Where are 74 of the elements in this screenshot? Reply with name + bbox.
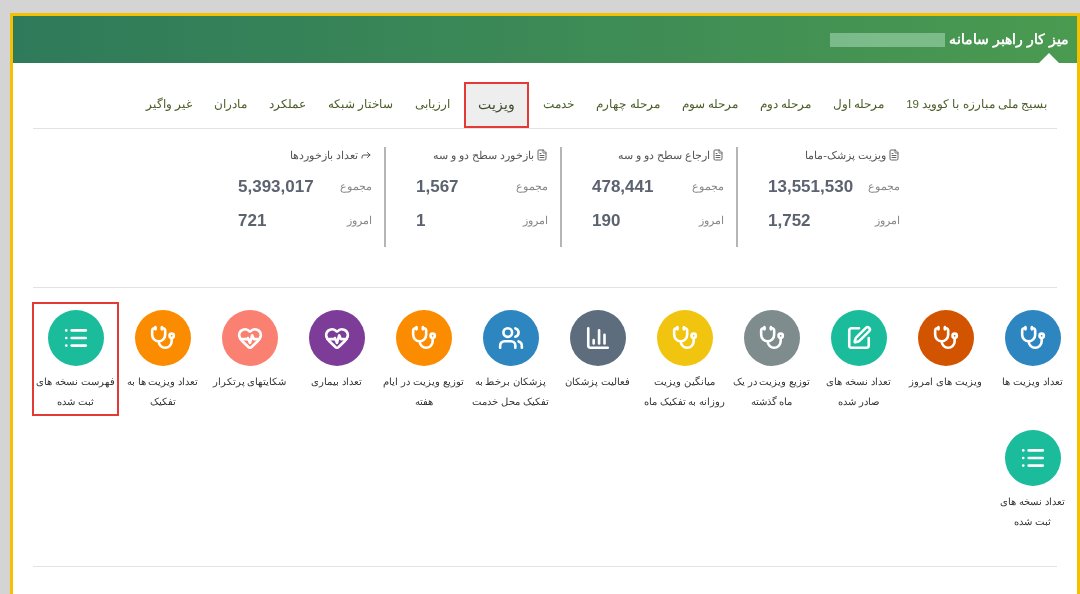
report-tile[interactable]: تعداد نسخه های صادر شده: [815, 302, 902, 416]
stethoscope-icon: [1019, 325, 1046, 351]
stat-value: 1,567: [416, 175, 459, 198]
nav-tab[interactable]: خدمت: [535, 84, 583, 125]
report-tile[interactable]: شکایتهای پرتکرار: [206, 302, 293, 416]
tile-label: فهرست نسخه های ثبت شده: [35, 375, 116, 409]
document-icon: [888, 149, 900, 162]
report-tile[interactable]: فهرست نسخه های ثبت شده: [32, 302, 119, 416]
report-tile[interactable]: ویزیت های امروز: [902, 302, 989, 416]
tile-label: توزیع ویزیت در یک ماه گذشته: [731, 375, 812, 409]
nav-tab[interactable]: مادران: [206, 84, 256, 125]
stat-title: تعداد بازخوردها: [289, 148, 358, 164]
stat-title: بازخورد سطح دو و سه: [432, 148, 534, 164]
stat-label: امروز: [523, 213, 548, 229]
nav-tab[interactable]: ساختار شبکه: [320, 84, 402, 125]
report-tile[interactable]: توزیع ویزیت در ایام هفته: [380, 302, 467, 416]
stat-label: مجموع: [692, 179, 724, 195]
stat-value: 190: [592, 209, 621, 232]
document-icon: [536, 149, 548, 162]
stat-title: ویزیت پزشک-ماما: [805, 148, 886, 164]
edit-icon: [845, 325, 872, 351]
report-tile[interactable]: میانگین ویزیت روزانه به تفکیک ماه: [641, 302, 728, 416]
document-icon: [712, 149, 724, 162]
stat-value: 1: [416, 209, 426, 232]
stat-value: 478,441: [592, 175, 654, 198]
stethoscope-icon: [671, 325, 698, 351]
stat-value: 1,752: [768, 209, 811, 232]
stat-title: ارجاع سطح دو و سه: [617, 148, 710, 164]
stat-label: امروز: [699, 213, 724, 229]
header-title: میز کار راهبر سامانه: [949, 30, 1069, 50]
report-tile[interactable]: فعالیت پزشکان: [554, 302, 641, 416]
tile-label: تعداد ویزیت ها به تفکیک: [125, 375, 200, 409]
nav-tab[interactable]: بسیج ملی مبارزه با کووید 19: [898, 84, 1055, 125]
report-tile[interactable]: تعداد نسخه های ثبت شده: [989, 422, 1076, 536]
nav-tab[interactable]: ارزیابی: [407, 84, 459, 125]
nav-tab[interactable]: مرحله سوم: [673, 84, 746, 125]
nav-tab[interactable]: مرحله اول: [825, 84, 893, 125]
tile-label: میانگین ویزیت روزانه به تفکیک ماه: [643, 375, 726, 410]
stat-value: 5,393,017: [238, 175, 314, 198]
stat-label: مجموع: [340, 179, 372, 195]
stat-value: 13,551,530: [768, 175, 854, 198]
tile-label: فعالیت پزشکان: [565, 375, 630, 390]
bar-chart-icon: [584, 325, 611, 351]
pointer-notch: [1039, 53, 1059, 63]
nav-tab[interactable]: غیر واگیر: [138, 84, 201, 125]
report-tile[interactable]: تعداد بیماری: [293, 302, 380, 416]
report-tile[interactable]: پزشکان برخط به تفکیک محل خدمت: [467, 302, 554, 416]
stat-label: مجموع: [516, 179, 548, 195]
heart-pulse-icon: [323, 325, 350, 351]
stat-label: امروز: [875, 213, 900, 229]
tile-label: تعداد نسخه های ثبت شده: [999, 495, 1066, 529]
tile-label: شکایتهای پرتکرار: [212, 375, 287, 390]
stethoscope-icon: [758, 325, 785, 351]
nav-tab[interactable]: مرحله چهارم: [588, 84, 668, 125]
tile-label: پزشکان برخط به تفکیک محل خدمت: [471, 375, 550, 409]
tile-label: ویزیت های امروز: [909, 375, 982, 390]
stat-value: 721: [238, 209, 267, 232]
stethoscope-icon: [932, 325, 959, 351]
report-tile[interactable]: توزیع ویزیت در یک ماه گذشته: [728, 302, 815, 416]
nav-tab[interactable]: عملکرد: [261, 84, 315, 125]
report-tile[interactable]: تعداد ویزیت ها: [989, 302, 1076, 416]
nav-tab[interactable]: مرحله دوم: [751, 84, 819, 125]
tile-label: تعداد نسخه های صادر شده: [825, 375, 892, 410]
stethoscope-icon: [410, 325, 437, 351]
tile-label: تعداد ویزیت ها: [1002, 375, 1063, 390]
tile-label: تعداد بیماری: [311, 375, 362, 390]
report-tile[interactable]: تعداد ویزیت ها به تفکیک: [119, 302, 206, 416]
heart-pulse-icon: [236, 325, 263, 351]
tile-label: توزیع ویزیت در ایام هفته: [382, 375, 465, 409]
stethoscope-icon: [149, 325, 176, 351]
stat-label: مجموع: [868, 179, 900, 195]
nav-tab[interactable]: ویزیت: [464, 81, 530, 128]
stat-label: امروز: [347, 213, 372, 229]
users-icon: [497, 325, 524, 351]
